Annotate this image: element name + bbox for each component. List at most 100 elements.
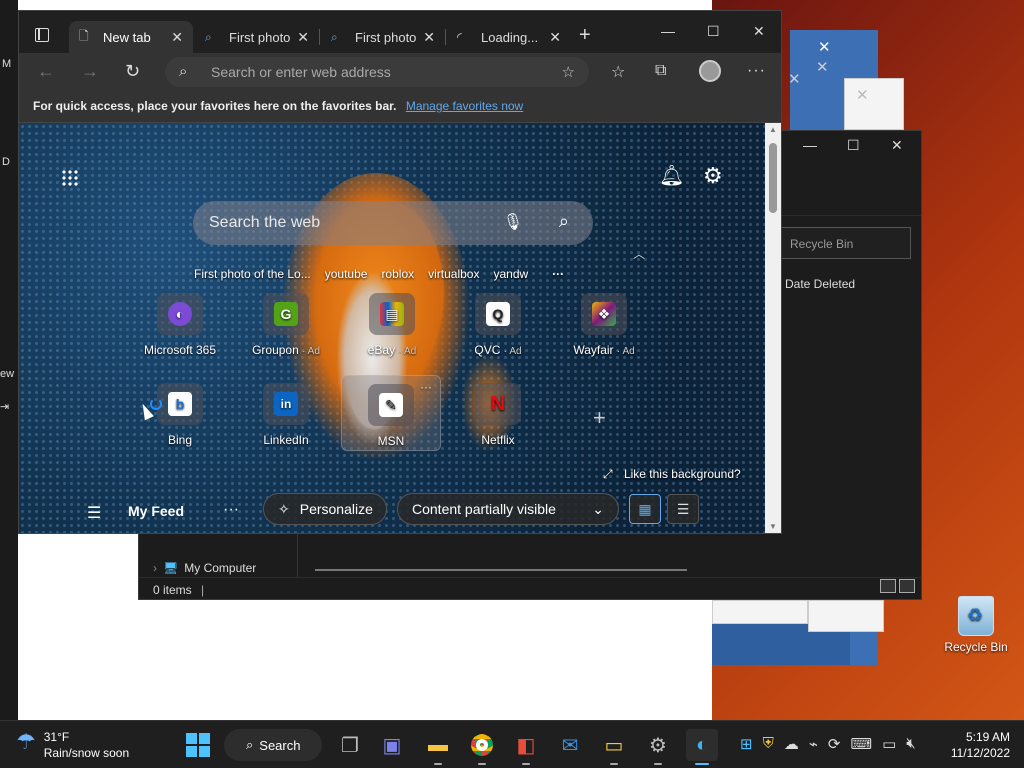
web-search-box[interactable]: Search the web 🎙︎ ⌕ (193, 201, 593, 245)
volume-muted-icon[interactable]: 🔇︎ (906, 735, 915, 753)
tab-first-photo[interactable]: ⌕ First photo ✕ (195, 21, 319, 53)
security-icon[interactable]: ⛨ (763, 735, 774, 753)
start-button[interactable] (186, 733, 210, 757)
file-explorer-icon[interactable]: ▬ (422, 729, 454, 765)
tile-qvc[interactable]: Q QVC · Ad (448, 293, 548, 357)
quick-link[interactable]: First photo of the Lo... (194, 267, 311, 281)
close-tab-icon[interactable]: ✕ (423, 29, 435, 46)
clock[interactable]: 5:19 AM 11/12/2022 (944, 729, 1010, 761)
favorites-icon[interactable]: ☆ (611, 62, 625, 82)
close-tab-icon[interactable]: ✕ (549, 29, 561, 46)
scrollbar-thumb[interactable] (769, 143, 777, 213)
maximize-icon[interactable]: ☐ (707, 23, 720, 40)
settings-icon[interactable]: ⚙ (642, 729, 674, 765)
refresh-icon[interactable]: ↻ (125, 61, 140, 82)
close-tab-icon[interactable]: ✕ (171, 29, 183, 46)
network-icon[interactable]: ⌁ (809, 735, 818, 753)
keyboard-icon[interactable]: ⌨ (850, 735, 872, 753)
tab-new-tab[interactable]: 🗋 New tab ✕ (69, 21, 193, 53)
list-view-button[interactable]: ☰ (667, 494, 699, 524)
close-icon[interactable]: ✕ (891, 137, 903, 154)
scroll-up-arrow-icon[interactable]: ▲ (769, 125, 777, 134)
tab-first-photo[interactable]: ⌕ First photo ✕ (321, 21, 445, 53)
recycle-bin-desktop-icon[interactable]: Recycle Bin (940, 596, 1012, 654)
tile-msn[interactable]: ··· ✎ MSN (341, 375, 441, 451)
search-input[interactable]: Recycle Bin (779, 227, 911, 259)
sparkle-icon: ✧ (278, 500, 290, 517)
grid-view-button[interactable]: ▦ (629, 494, 661, 524)
back-icon[interactable]: ← (37, 61, 55, 82)
close-icon[interactable]: ✕ (818, 40, 831, 55)
tree-item-my-computer[interactable]: › 🖥 My Computer (153, 561, 256, 575)
edge-icon[interactable]: ◐ (686, 729, 718, 765)
clock-date: 11/12/2022 (950, 746, 1010, 760)
content-visibility-dropdown[interactable]: Content partially visible ⌄ (397, 493, 619, 525)
quick-link[interactable]: yandw (493, 267, 528, 281)
minimize-icon[interactable]: — (661, 23, 675, 39)
system-tray: ⊞ ⛨ ☁ ⌁ ⟳ ⌨ ▭ 🔇︎ (740, 735, 916, 753)
mail-icon[interactable]: ✉ (554, 729, 586, 761)
tile-more-options-icon[interactable]: ··· (420, 380, 432, 394)
address-bar[interactable]: ⌕ Search or enter web address ☆ (165, 57, 589, 87)
teams-chat-icon[interactable]: ▣ (376, 729, 408, 761)
large-icons-view-button[interactable] (899, 579, 915, 593)
horizontal-scrollbar[interactable] (315, 569, 687, 571)
taskbar-search-button[interactable]: ⌕ Search (224, 729, 322, 761)
new-tab-button[interactable]: + (579, 25, 591, 45)
quick-link[interactable]: virtualbox (428, 267, 479, 281)
like-background-link[interactable]: ⤢ Like this background? (603, 467, 741, 482)
task-view-icon[interactable]: ❐ (334, 729, 366, 761)
tile-wayfair[interactable]: ❖ Wayfair · Ad (554, 293, 654, 357)
quick-link[interactable]: roblox (381, 267, 414, 281)
page-scrollbar[interactable]: ▲ ▼ (765, 123, 781, 533)
tile-netflix[interactable]: N Netflix (448, 383, 548, 447)
like-background-label: Like this background? (623, 467, 741, 481)
manage-favorites-link[interactable]: Manage favorites now (406, 99, 523, 113)
sync-icon[interactable]: ⟳ (828, 735, 841, 753)
chrome-icon[interactable] (466, 729, 498, 765)
feed-more-icon[interactable]: ··· (223, 501, 239, 519)
display-icon[interactable]: ▭ (882, 735, 896, 753)
office-icon[interactable]: ◧ (510, 729, 542, 765)
details-view-button[interactable] (880, 579, 896, 593)
page-icon: 🗋 (79, 28, 89, 43)
notifications-icon[interactable]: 🔔︎ (659, 163, 684, 188)
tab-actions-button[interactable] (27, 21, 57, 49)
onedrive-icon[interactable]: ☁ (784, 735, 799, 753)
tile-groupon[interactable]: G Groupon · Ad (236, 293, 336, 357)
collapse-caret-icon[interactable]: ︿ (633, 245, 645, 262)
tile-ebay[interactable]: ▤ eBay · Ad (342, 293, 442, 357)
column-header-date-deleted[interactable]: Date Deleted (785, 277, 855, 291)
tile-label: Wayfair (573, 343, 614, 357)
quick-link[interactable]: youtube (325, 267, 368, 281)
scroll-down-arrow-icon[interactable]: ▼ (769, 522, 777, 531)
menu-icon[interactable]: ☰ (87, 503, 101, 523)
my-feed-tab[interactable]: My Feed (128, 503, 184, 519)
settings-icon[interactable]: ⚙ (703, 163, 723, 189)
personalize-button[interactable]: ✧ Personalize (263, 493, 387, 525)
microphone-icon[interactable]: 🎙︎ (503, 212, 523, 232)
add-favorite-icon[interactable]: ☆ (562, 63, 575, 81)
app-launcher-icon[interactable] (61, 169, 79, 187)
tile-microsoft-365[interactable]: ◐ Microsoft 365 (130, 293, 230, 357)
close-icon[interactable]: ✕ (753, 23, 765, 40)
maximize-icon[interactable]: ☐ (847, 137, 860, 154)
close-tab-icon[interactable]: ✕ (297, 29, 309, 46)
more-quick-links-button[interactable]: ··· (552, 267, 564, 281)
more-menu-icon[interactable]: ··· (747, 62, 766, 80)
weather-widget[interactable]: ☂ 31°F Rain/snow soon (16, 729, 129, 761)
chevron-right-icon[interactable]: › (153, 561, 157, 575)
minimize-icon[interactable]: — (803, 137, 817, 153)
search-icon[interactable]: ⌕ (559, 211, 569, 232)
close-icon[interactable]: ✕ (788, 72, 801, 87)
add-site-icon[interactable]: + (593, 405, 606, 431)
close-icon[interactable]: ✕ (856, 88, 869, 103)
windows-update-icon[interactable]: ⊞ (740, 735, 753, 753)
tile-linkedin[interactable]: in LinkedIn (236, 383, 336, 447)
tab-loading[interactable]: ◜ Loading... ✕ (447, 21, 571, 53)
collections-icon[interactable]: ⧉ (655, 62, 666, 80)
profile-avatar[interactable] (699, 60, 721, 82)
file-explorer-window-icon[interactable]: ▭ (598, 729, 630, 765)
close-icon[interactable]: ✕ (816, 60, 829, 75)
forward-icon[interactable]: → (81, 61, 99, 82)
